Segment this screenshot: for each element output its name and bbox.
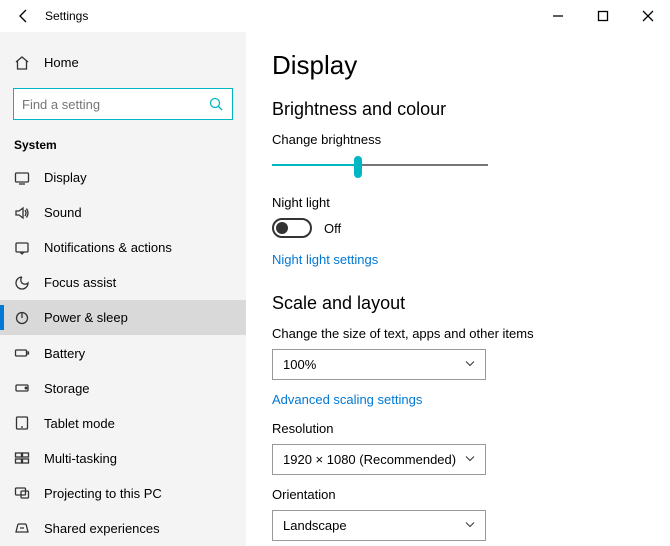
sidebar-item-focus-assist[interactable]: Focus assist	[0, 265, 246, 300]
sidebar-item-label: Projecting to this PC	[44, 486, 162, 501]
sidebar-item-label: Tablet mode	[44, 416, 115, 431]
section-brightness: Brightness and colour	[272, 99, 644, 120]
sidebar-item-label: Power & sleep	[44, 310, 128, 325]
search-icon	[208, 96, 224, 112]
close-button[interactable]	[625, 0, 670, 32]
sidebar-item-tablet-mode[interactable]: Tablet mode	[0, 406, 246, 441]
sidebar-item-label: Display	[44, 170, 87, 185]
chevron-down-icon	[464, 518, 476, 533]
scale-label: Change the size of text, apps and other …	[272, 326, 644, 341]
sidebar-section-system: System	[0, 126, 246, 160]
chevron-down-icon	[464, 357, 476, 372]
multitasking-icon	[14, 450, 30, 466]
notifications-icon	[14, 240, 30, 256]
slider-fill	[272, 164, 358, 166]
search-input[interactable]	[22, 97, 208, 112]
resolution-label: Resolution	[272, 421, 644, 436]
battery-icon	[14, 345, 30, 361]
sidebar-item-label: Sound	[44, 205, 82, 220]
orientation-select[interactable]: Landscape	[272, 510, 486, 541]
projecting-icon	[14, 485, 30, 501]
orientation-value: Landscape	[283, 518, 347, 533]
window-controls	[535, 0, 670, 32]
minimize-icon	[550, 8, 566, 24]
sidebar-item-storage[interactable]: Storage	[0, 371, 246, 406]
brightness-label: Change brightness	[272, 132, 644, 147]
sidebar-item-power-sleep[interactable]: Power & sleep	[0, 300, 246, 335]
window-title: Settings	[45, 9, 88, 23]
night-light-state: Off	[324, 221, 341, 236]
close-icon	[640, 8, 656, 24]
sound-icon	[14, 205, 30, 221]
sidebar-item-battery[interactable]: Battery	[0, 335, 246, 370]
focus-assist-icon	[14, 275, 30, 291]
slider-thumb[interactable]	[354, 156, 362, 178]
sidebar-item-label: Shared experiences	[44, 521, 160, 536]
display-icon	[14, 170, 30, 186]
sidebar-item-label: Focus assist	[44, 275, 116, 290]
storage-icon	[14, 380, 30, 396]
shared-experiences-icon	[14, 520, 30, 536]
sidebar-item-sound[interactable]: Sound	[0, 195, 246, 230]
arrow-left-icon	[16, 8, 32, 24]
sidebar-item-label: Multi-tasking	[44, 451, 117, 466]
sidebar-home-label: Home	[44, 55, 79, 70]
resolution-select[interactable]: 1920 × 1080 (Recommended)	[272, 444, 486, 475]
sidebar-item-display[interactable]: Display	[0, 160, 246, 195]
sidebar-item-label: Battery	[44, 346, 85, 361]
night-light-toggle[interactable]	[272, 218, 312, 238]
search-box[interactable]	[13, 88, 233, 120]
brightness-slider[interactable]	[272, 155, 488, 177]
night-light-toggle-row: Off	[272, 218, 644, 238]
page-title: Display	[272, 50, 644, 81]
power-icon	[14, 310, 30, 326]
sidebar-item-label: Notifications & actions	[44, 240, 172, 255]
sidebar: Home System Display Sound Notifications …	[0, 32, 246, 546]
orientation-label: Orientation	[272, 487, 644, 502]
sidebar-home[interactable]: Home	[0, 45, 246, 80]
scale-select[interactable]: 100%	[272, 349, 486, 380]
maximize-icon	[595, 8, 611, 24]
maximize-button[interactable]	[580, 0, 625, 32]
section-scale: Scale and layout	[272, 293, 644, 314]
sidebar-item-label: Storage	[44, 381, 90, 396]
scale-value: 100%	[283, 357, 316, 372]
titlebar: Settings	[0, 0, 670, 32]
night-light-settings-link[interactable]: Night light settings	[272, 252, 644, 267]
sidebar-item-projecting[interactable]: Projecting to this PC	[0, 476, 246, 511]
sidebar-item-notifications[interactable]: Notifications & actions	[0, 230, 246, 265]
resolution-value: 1920 × 1080 (Recommended)	[283, 452, 456, 467]
toggle-knob	[276, 222, 288, 234]
tablet-icon	[14, 415, 30, 431]
search-wrap	[0, 80, 246, 126]
sidebar-item-shared-experiences[interactable]: Shared experiences	[0, 511, 246, 546]
chevron-down-icon	[464, 452, 476, 467]
sidebar-item-multitasking[interactable]: Multi-tasking	[0, 441, 246, 476]
home-icon	[14, 55, 30, 71]
advanced-scaling-link[interactable]: Advanced scaling settings	[272, 392, 644, 407]
minimize-button[interactable]	[535, 0, 580, 32]
main-pane: Display Brightness and colour Change bri…	[246, 32, 670, 546]
night-light-label: Night light	[272, 195, 644, 210]
back-button[interactable]	[9, 0, 39, 32]
